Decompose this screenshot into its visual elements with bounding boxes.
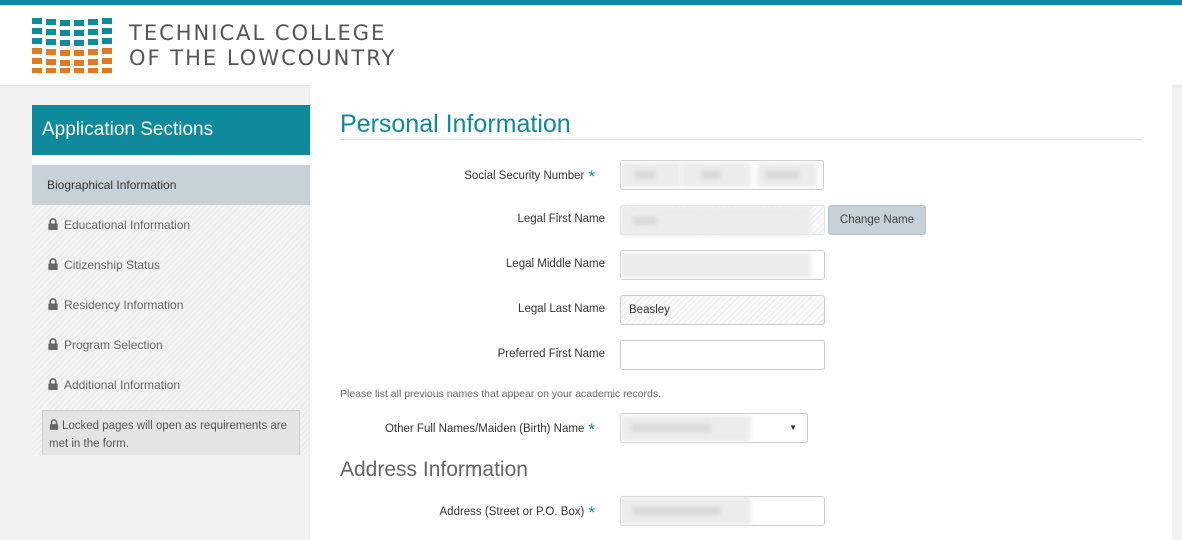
sidebar-item-program[interactable]: Program Selection (32, 325, 310, 365)
first-name-input[interactable] (620, 205, 825, 236)
lock-icon (48, 218, 58, 230)
ssn-label-text: Social Security Number (464, 170, 585, 182)
sidebar-item-citizenship[interactable]: Citizenship Status (32, 245, 310, 285)
sidebar-item-biographical[interactable]: Biographical Information (32, 165, 310, 205)
required-asterisk: * (588, 167, 595, 186)
sidebar-item-label: Biographical Information (47, 178, 177, 192)
sidebar-item-label: Program Selection (64, 338, 163, 352)
chevron-down-icon: ▼ (789, 423, 797, 432)
other-names-label-text: Other Full Names/Maiden (Birth) Name (384, 423, 585, 435)
change-name-button[interactable]: Change Name (828, 205, 926, 235)
middle-name-label: Legal Middle Name (505, 258, 605, 270)
main-form-panel: Personal Information Social Security Num… (310, 85, 1172, 540)
address-label: Address (Street or P.O. Box) * (295, 503, 596, 523)
section-title-address: Address Information (340, 458, 528, 481)
sidebar-title: Application Sections (32, 105, 310, 155)
lock-icon (48, 338, 58, 350)
required-asterisk: * (588, 503, 595, 522)
locked-pages-note-text: Locked pages will open as requirements a… (49, 420, 288, 450)
site-header: TECHNICAL COLLEGE OF THE LOWCOUNTRY (0, 5, 1182, 85)
last-name-value: Beasley (629, 304, 670, 316)
application-sections-sidebar: Application Sections Biographical Inform… (32, 105, 310, 455)
other-names-label: Other Full Names/Maiden (Birth) Name * (295, 420, 595, 440)
lock-icon (49, 419, 59, 430)
sidebar-item-residency[interactable]: Residency Information (32, 285, 310, 325)
sidebar-item-label: Residency Information (64, 298, 184, 312)
address-input[interactable] (620, 496, 825, 526)
section-title-personal: Personal Information (340, 110, 571, 138)
sidebar-item-label: Educational Information (64, 218, 191, 232)
other-names-select[interactable]: ▼ (620, 413, 808, 443)
locked-pages-note: Locked pages will open as requirements a… (42, 410, 300, 455)
previous-names-hint: Please list all previous names that appe… (340, 388, 661, 400)
last-name-label: Legal Last Name (518, 303, 605, 315)
college-name: TECHNICAL COLLEGE OF THE LOWCOUNTRY (129, 21, 396, 71)
first-name-label: Legal First Name (517, 213, 605, 225)
ssn-input[interactable] (620, 160, 824, 190)
sidebar-item-label: Citizenship Status (64, 258, 161, 272)
last-name-input[interactable]: Beasley (620, 295, 825, 325)
college-name-line1: TECHNICAL COLLEGE (129, 21, 387, 45)
middle-name-input[interactable] (620, 250, 825, 280)
sidebar-item-additional[interactable]: Additional Information (32, 365, 310, 405)
lock-icon (48, 378, 58, 390)
college-name-line2: OF THE LOWCOUNTRY (129, 46, 397, 70)
preferred-name-label: Preferred First Name (497, 348, 605, 360)
section-divider (340, 139, 1142, 140)
college-logo-icon (32, 18, 112, 73)
sidebar-item-educational[interactable]: Educational Information (32, 205, 310, 245)
address-label-text: Address (Street or P.O. Box) (439, 506, 585, 518)
ssn-label: Social Security Number * (295, 167, 595, 187)
required-asterisk: * (588, 420, 595, 439)
lock-icon (48, 298, 58, 310)
lock-icon (48, 258, 58, 270)
sidebar-item-label: Additional Information (64, 378, 181, 392)
preferred-name-input[interactable] (620, 340, 825, 370)
